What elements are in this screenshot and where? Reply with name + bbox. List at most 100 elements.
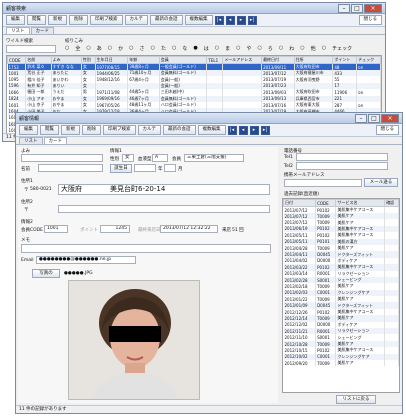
birthday-button[interactable]: 誕生日: [110, 164, 132, 173]
history-cell: [384, 359, 399, 367]
print-search-button[interactable]: 印刷プ検索: [90, 15, 123, 25]
name-field[interactable]: [38, 164, 103, 172]
prev-record-icon[interactable]: ◂: [238, 125, 248, 135]
column-header[interactable]: 最終日付: [261, 56, 295, 64]
visit-label: 来店: [222, 228, 231, 233]
history-table: 日付 CODE サービス名 確認 2013/07/12 P0102 美肌集中ケアコース 20…: [282, 198, 400, 393]
minimize-icon[interactable]: –: [338, 3, 350, 13]
delete-button[interactable]: 削除: [69, 15, 88, 25]
column-header[interactable]: CODE: [7, 56, 27, 64]
kana-radio[interactable]: 全: [75, 45, 80, 52]
address1-text: 大阪府 美見台町6-20-14: [61, 185, 166, 193]
kana-radio[interactable]: さ: [140, 45, 145, 52]
history-column-header[interactable]: 確認: [384, 199, 399, 207]
gender-select[interactable]: 女: [122, 154, 134, 162]
latest-talk-button[interactable]: 最新の会話: [150, 15, 183, 25]
next-record-icon[interactable]: ▸: [236, 15, 246, 25]
maximize-icon[interactable]: □: [368, 113, 380, 123]
email-label: Email: [21, 258, 34, 263]
close-icon[interactable]: ×: [364, 3, 382, 13]
column-header[interactable]: ポイント: [332, 56, 358, 64]
column-header[interactable]: 性別: [80, 56, 96, 64]
history-column-header[interactable]: CODE: [315, 199, 337, 207]
next-record-icon[interactable]: ▸: [249, 125, 259, 135]
kana-radio[interactable]: は: [204, 45, 209, 52]
photo-button[interactable]: 写真の: [32, 269, 60, 278]
memo-field[interactable]: [21, 244, 271, 253]
address2-field[interactable]: [58, 205, 270, 213]
prev-record-icon[interactable]: ◂: [225, 15, 235, 25]
member-select[interactable]: 三東土倉(三階支援): [184, 154, 244, 162]
kana-radio[interactable]: ら: [268, 45, 273, 52]
view-button[interactable]: 閲覧: [40, 125, 59, 135]
history-column-header[interactable]: 日付: [283, 199, 317, 207]
address1-field[interactable]: 大阪府 美見台町6-20-14: [58, 184, 270, 195]
history-row[interactable]: 2012/09/20 T0009 美肌ケア: [283, 359, 399, 367]
history-column-header[interactable]: サービス名: [335, 199, 386, 207]
zip2-value: 〒: [24, 208, 29, 213]
kana-radio[interactable]: あ: [97, 45, 102, 52]
column-header[interactable]: メールアドレス: [222, 56, 263, 64]
customer-photo: [68, 280, 200, 400]
minimize-icon[interactable]: –: [355, 113, 367, 123]
last-record-icon[interactable]: ▸|: [247, 15, 257, 25]
column-header[interactable]: 生年月日: [94, 56, 129, 64]
tab-list[interactable]: リスト: [6, 27, 30, 34]
column-header[interactable]: 会員: [158, 56, 208, 64]
karte-button[interactable]: カルテ: [124, 15, 148, 25]
delete-button[interactable]: 削除: [82, 125, 101, 135]
birth-month-field[interactable]: [164, 164, 176, 172]
kana-radio[interactable]: ま: [225, 45, 230, 52]
edit-button[interactable]: 編集: [19, 125, 38, 135]
close-icon[interactable]: ×: [381, 113, 399, 123]
column-header[interactable]: チェック: [356, 56, 381, 64]
first-record-icon[interactable]: |◂: [227, 125, 237, 135]
kana-radio[interactable]: チェック: [332, 45, 352, 52]
edit-button[interactable]: 編集: [6, 15, 25, 25]
send-mail-button[interactable]: メール送る: [364, 178, 398, 187]
last-record-icon[interactable]: ▸|: [260, 125, 270, 135]
tel1-label: Tel1: [284, 155, 293, 160]
column-header[interactable]: 名前: [25, 56, 52, 64]
kana-radio[interactable]: た: [161, 45, 166, 52]
column-header[interactable]: 住所: [293, 56, 334, 64]
kana-radio[interactable]: か: [118, 45, 123, 52]
column-header[interactable]: TEL1: [206, 56, 224, 64]
column-header[interactable]: 年齢: [127, 56, 160, 64]
new-button[interactable]: 新規: [61, 125, 80, 135]
multi-edit-button[interactable]: 複数編集: [184, 15, 213, 25]
print-search-button[interactable]: 印刷プ検索: [103, 125, 136, 135]
tab-list[interactable]: リスト: [19, 137, 43, 144]
tel2-field[interactable]: [296, 162, 388, 170]
kana-radio[interactable]: わ: [289, 45, 294, 52]
last-date-field[interactable]: 2013/07/12 12:32:22: [160, 225, 218, 233]
member-code-field[interactable]: 1001: [44, 225, 68, 233]
tab-card[interactable]: カード: [30, 27, 54, 34]
latest-talk-button[interactable]: 最新の会話: [163, 125, 196, 135]
mobile-mail-field[interactable]: [284, 179, 362, 187]
kana-radio[interactable]: な: [182, 45, 187, 52]
back-to-list-button[interactable]: リストに戻る: [336, 395, 376, 404]
birth-year-field[interactable]: [134, 164, 156, 172]
multi-edit-button[interactable]: 複数編集: [197, 125, 226, 135]
keyword-input[interactable]: [6, 45, 56, 53]
column-header[interactable]: よみ: [50, 56, 82, 64]
close-button[interactable]: 閉じる: [375, 125, 399, 135]
radio-icon: ●: [193, 45, 198, 51]
view-button[interactable]: 閲覧: [27, 15, 46, 25]
history-label: 過去記録(直近順): [284, 192, 320, 197]
tab-card[interactable]: カード: [43, 137, 67, 144]
radio-icon: ○: [107, 45, 113, 51]
maximize-icon[interactable]: □: [351, 3, 363, 13]
karte-button[interactable]: カルテ: [137, 125, 161, 135]
blood-select[interactable]: A: [152, 154, 168, 162]
new-button[interactable]: 新規: [48, 15, 67, 25]
point-field[interactable]: 1245: [100, 225, 130, 233]
close-button[interactable]: 閉じる: [358, 15, 382, 25]
kana-radio[interactable]: 他: [311, 45, 316, 52]
kana-name-field[interactable]: [21, 154, 103, 162]
first-record-icon[interactable]: |◂: [214, 15, 224, 25]
kana-radio[interactable]: や: [247, 45, 252, 52]
email-field[interactable]: ●●●●●●●●@●●●●●●.ne.jp: [36, 256, 136, 264]
tel1-field[interactable]: [296, 153, 388, 161]
